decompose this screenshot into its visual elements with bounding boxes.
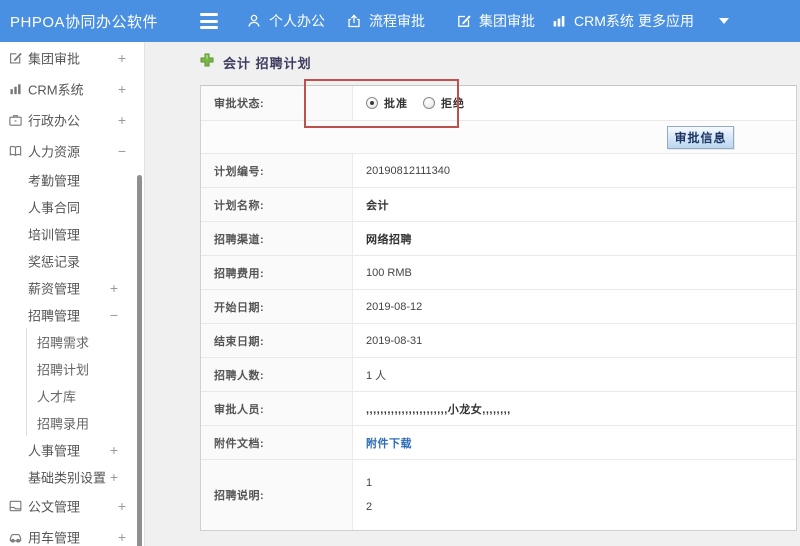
row-plan-name: 计划名称: 会计 — [201, 188, 796, 222]
sidebar-item-crm-system[interactable]: CRM系统 + — [0, 73, 144, 104]
expand-icon[interactable]: + — [118, 112, 126, 128]
field-value: ,,,,,,,,,,,,,,,,,,,,,,,小龙女,,,,,,,, — [366, 403, 511, 416]
briefcase-icon — [8, 112, 23, 127]
expand-icon[interactable]: + — [118, 81, 126, 97]
expand-icon[interactable]: + — [118, 50, 126, 66]
expand-icon[interactable]: + — [110, 442, 118, 458]
sidebar-item-admin-office[interactable]: 行政办公 + — [0, 104, 144, 135]
row-approve-button: 审批信息 — [201, 121, 796, 154]
sidebar-item-personnel-mgmt[interactable]: 人事管理 + — [0, 436, 144, 463]
row-headcount: 招聘人数: 1 人 — [201, 358, 796, 392]
expand-icon[interactable]: + — [110, 469, 118, 485]
row-approvers: 审批人员: ,,,,,,,,,,,,,,,,,,,,,,,小龙女,,,,,,,, — [201, 392, 796, 426]
edit-square-icon — [8, 50, 23, 65]
sidebar-item-document-mgmt[interactable]: 公文管理 + — [0, 490, 144, 521]
sidebar-item-vehicle-mgmt[interactable]: 用车管理 + — [0, 521, 144, 546]
attachment-download-link[interactable]: 附件下载 — [366, 435, 412, 451]
field-value: 网络招聘 — [366, 233, 412, 246]
main-content: 会计 招聘计划 审批状态: 批准 拒绝 审批信息 计划编号: 201908121… — [146, 42, 800, 546]
topnav-more-apps[interactable]: 更多应用 — [638, 0, 729, 42]
top-header: PHPOA协同办公软件 个人办公 流程审批 集团审批 CRM系统 更多应用 — [0, 0, 800, 42]
radio-button-unselected[interactable] — [423, 97, 435, 109]
document-icon — [8, 498, 23, 513]
hamburger-menu-icon[interactable] — [200, 13, 220, 29]
sidebar-item-recruit-plan[interactable]: 招聘计划 — [26, 355, 144, 382]
row-plan-number: 计划编号: 20190812111340 — [201, 154, 796, 188]
approval-form: 审批状态: 批准 拒绝 审批信息 计划编号: 20190812111340 计划… — [200, 79, 797, 531]
edit-icon — [456, 13, 472, 29]
sidebar-item-human-resources[interactable]: 人力资源 − — [0, 135, 144, 166]
approval-info-button[interactable]: 审批信息 — [667, 125, 734, 149]
field-label: 审批状态: — [201, 86, 353, 120]
row-approval-status: 审批状态: 批准 拒绝 — [201, 79, 796, 128]
sidebar-item-recruit-mgmt[interactable]: 招聘管理 − — [0, 301, 144, 328]
row-recruit-description: 招聘说明: 1 2 — [201, 460, 796, 530]
radio-reject[interactable]: 拒绝 — [423, 95, 465, 111]
sidebar-item-salary-mgmt[interactable]: 薪资管理 + — [0, 274, 144, 301]
sidebar-item-base-category-settings[interactable]: 基础类别设置 + — [0, 463, 144, 490]
app-title: PHPOA协同办公软件 — [10, 13, 159, 31]
sidebar-item-hr-contract[interactable]: 人事合同 — [0, 193, 144, 220]
book-icon — [8, 143, 23, 158]
bar-chart-icon — [551, 13, 567, 29]
page-title: 会计 招聘计划 — [200, 53, 312, 72]
sidebar-item-recruit-hire[interactable]: 招聘录用 — [26, 409, 144, 436]
page-title-text: 会计 招聘计划 — [223, 56, 312, 71]
sidebar-item-talent-pool[interactable]: 人才库 — [26, 382, 144, 409]
expand-icon[interactable]: + — [110, 280, 118, 296]
description-line: 1 — [366, 477, 373, 489]
topnav-group-approval[interactable]: 集团审批 — [456, 0, 535, 42]
collapse-icon[interactable]: − — [118, 143, 126, 159]
plus-icon — [200, 53, 214, 72]
bar-chart-icon — [8, 81, 23, 96]
topnav-flow-approval[interactable]: 流程审批 — [346, 0, 425, 42]
sidebar-item-recruit-demand[interactable]: 招聘需求 — [26, 328, 144, 355]
car-icon — [8, 529, 23, 544]
row-attachment: 附件文档: 附件下载 — [201, 426, 796, 460]
description-line: 2 — [366, 501, 373, 513]
radio-button-selected[interactable] — [366, 97, 378, 109]
caret-down-icon — [719, 18, 729, 24]
row-end-date: 结束日期: 2019-08-31 — [201, 324, 796, 358]
sidebar-scrollbar[interactable] — [137, 175, 142, 546]
radio-approve[interactable]: 批准 — [366, 95, 408, 111]
user-icon — [246, 13, 262, 29]
flow-export-icon — [346, 13, 362, 29]
field-value: 100 RMB — [366, 266, 412, 279]
approval-status-radio-group: 批准 拒绝 — [366, 95, 465, 111]
row-recruit-cost: 招聘费用: 100 RMB — [201, 256, 796, 290]
sidebar-item-training-mgmt[interactable]: 培训管理 — [0, 220, 144, 247]
sidebar-item-reward-punishment[interactable]: 奖惩记录 — [0, 247, 144, 274]
field-value: 2019-08-12 — [366, 300, 423, 313]
collapse-icon[interactable]: − — [110, 307, 118, 323]
topnav-crm-system[interactable]: CRM系统 — [551, 0, 634, 42]
row-start-date: 开始日期: 2019-08-12 — [201, 290, 796, 324]
sidebar-item-attendance-mgmt[interactable]: 考勤管理 — [0, 166, 144, 193]
field-value: 1 人 — [366, 369, 387, 382]
field-value: 会计 — [366, 199, 389, 212]
expand-icon[interactable]: + — [118, 498, 126, 514]
row-recruit-channel: 招聘渠道: 网络招聘 — [201, 222, 796, 256]
topnav-personal-office[interactable]: 个人办公 — [246, 0, 325, 42]
field-value: 2019-08-31 — [366, 334, 423, 347]
sidebar-item-group-approval[interactable]: 集团审批 + — [0, 42, 144, 73]
field-value: 20190812111340 — [366, 164, 451, 177]
expand-icon[interactable]: + — [118, 529, 126, 545]
sidebar: 集团审批 + CRM系统 + 行政办公 + 人力资源 − 考勤管理 人事合同 培… — [0, 42, 145, 546]
